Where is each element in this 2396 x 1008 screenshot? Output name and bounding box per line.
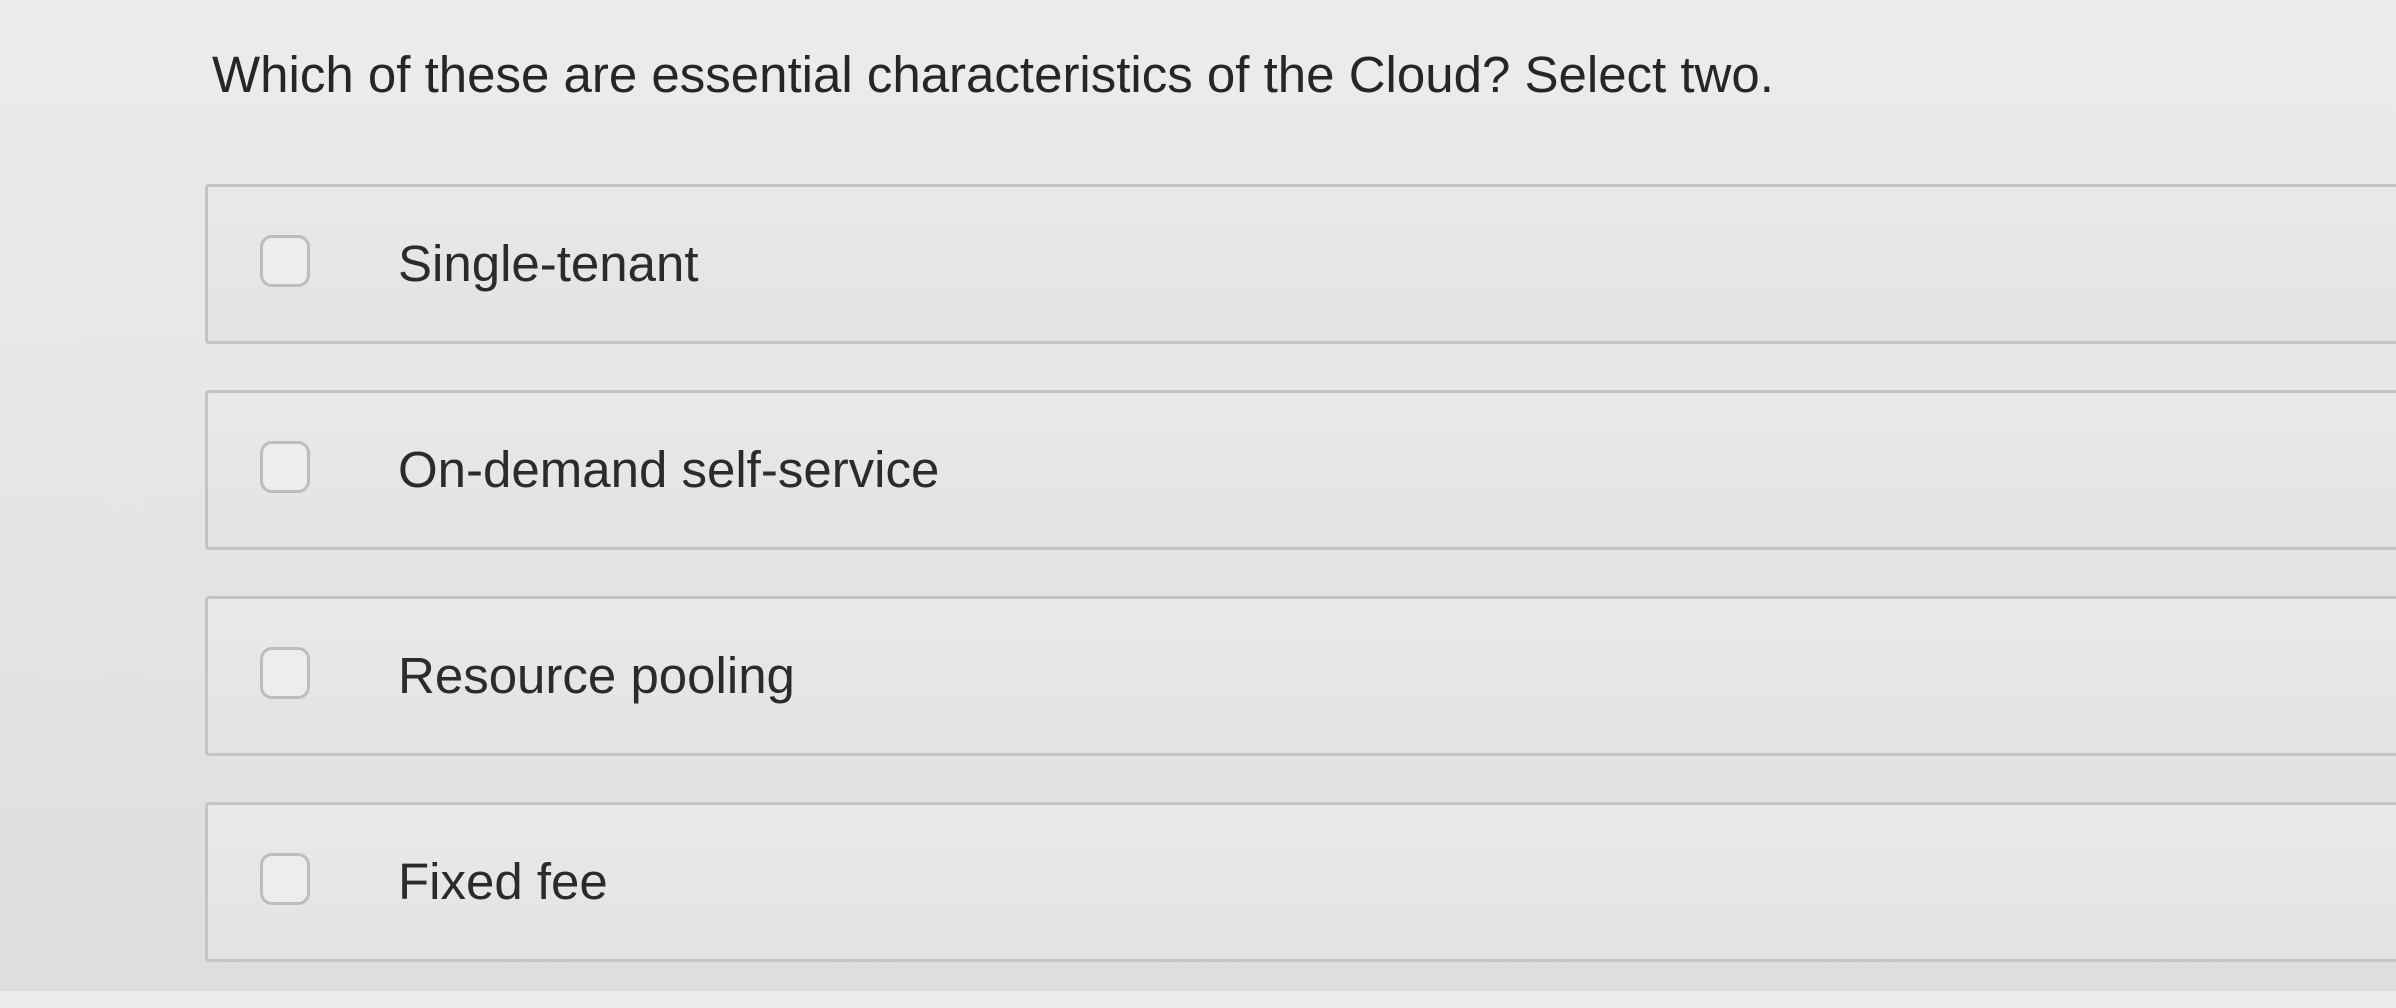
option-fixed-fee[interactable]: Fixed fee — [205, 802, 2396, 962]
checkbox-fixed-fee[interactable] — [260, 853, 310, 905]
option-label-fixed-fee: Fixed fee — [398, 853, 608, 910]
option-label-on-demand-self-service: On-demand self-service — [398, 441, 940, 498]
answer-options-list: Single-tenant On-demand self-service Res… — [205, 184, 2396, 1008]
option-label-resource-pooling: Resource pooling — [398, 647, 795, 704]
option-label-single-tenant: Single-tenant — [398, 235, 699, 292]
checkbox-on-demand-self-service[interactable] — [260, 441, 310, 493]
checkbox-resource-pooling[interactable] — [260, 647, 310, 699]
option-single-tenant[interactable]: Single-tenant — [205, 184, 2396, 344]
checkbox-single-tenant[interactable] — [260, 235, 310, 287]
question-text: Which of these are essential characteris… — [212, 46, 1774, 103]
option-on-demand-self-service[interactable]: On-demand self-service — [205, 390, 2396, 550]
option-resource-pooling[interactable]: Resource pooling — [205, 596, 2396, 756]
